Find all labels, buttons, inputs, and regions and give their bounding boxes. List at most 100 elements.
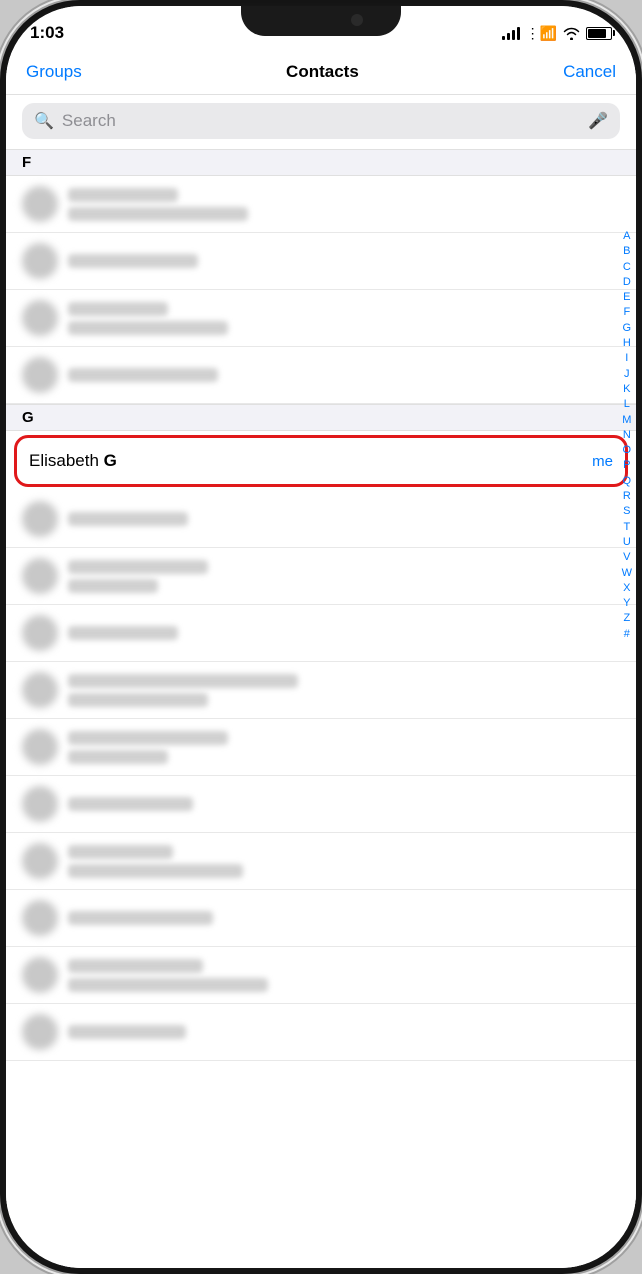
alphabet-letter-e[interactable]: E — [623, 290, 630, 304]
status-icons: ⋮📶 — [502, 25, 612, 42]
alphabet-letter-q[interactable]: Q — [623, 474, 632, 488]
nav-title: Contacts — [286, 62, 359, 82]
avatar — [22, 729, 58, 765]
alphabet-letter-m[interactable]: M — [622, 413, 631, 427]
alphabet-letter-r[interactable]: R — [623, 489, 631, 503]
list-item[interactable] — [6, 290, 636, 347]
alphabet-letter-u[interactable]: U — [623, 535, 631, 549]
avatar — [22, 672, 58, 708]
signal-icon — [502, 27, 520, 40]
groups-button[interactable]: Groups — [26, 62, 82, 82]
contact-detail-blur — [68, 207, 248, 221]
alphabet-letter-j[interactable]: J — [624, 367, 630, 381]
alphabet-letter-f[interactable]: F — [623, 305, 630, 319]
avatar — [22, 843, 58, 879]
contact-detail-blur — [68, 579, 158, 593]
contact-name-blur — [68, 188, 178, 202]
list-item[interactable] — [6, 833, 636, 890]
avatar — [22, 957, 58, 993]
search-input[interactable]: Search — [62, 111, 580, 131]
search-icon: 🔍 — [34, 111, 54, 131]
alphabet-letter-l[interactable]: L — [624, 397, 630, 411]
contact-me-tag: me — [592, 453, 613, 470]
search-bar[interactable]: 🔍 Search 🎤 — [22, 103, 620, 139]
avatar — [22, 1014, 58, 1050]
contact-name-first: Elisabeth G — [29, 451, 117, 471]
alphabet-letter-h[interactable]: H — [623, 336, 631, 350]
avatar — [22, 900, 58, 936]
notch — [241, 6, 401, 36]
alphabet-letter-d[interactable]: D — [623, 275, 631, 289]
avatar — [22, 786, 58, 822]
contact-detail-blur — [68, 864, 243, 878]
alphabet-letter-t[interactable]: T — [623, 520, 630, 534]
list-item[interactable] — [6, 176, 636, 233]
alphabet-letter-z[interactable]: Z — [623, 611, 630, 625]
battery-fill — [588, 29, 606, 38]
alphabet-letter-n[interactable]: N — [623, 428, 631, 442]
list-item[interactable] — [6, 548, 636, 605]
list-item[interactable] — [6, 662, 636, 719]
contact-detail-blur — [68, 693, 208, 707]
phone-frame: 1:03 ⋮📶 — [0, 0, 642, 1274]
alphabet-letter-w[interactable]: W — [622, 566, 632, 580]
contact-name-blur — [68, 560, 208, 574]
avatar — [22, 357, 58, 393]
battery-icon — [586, 27, 612, 40]
avatar — [22, 501, 58, 537]
list-item[interactable] — [6, 491, 636, 548]
list-item[interactable] — [6, 890, 636, 947]
status-time: 1:03 — [30, 23, 64, 43]
screen-content: Groups Contacts Cancel 🔍 Search 🎤 F — [6, 50, 636, 1268]
contact-name-blur — [68, 797, 193, 811]
list-item[interactable] — [6, 776, 636, 833]
alphabet-letter-o[interactable]: O — [623, 443, 632, 457]
contact-detail-blur — [68, 978, 268, 992]
alphabet-letter-s[interactable]: S — [623, 504, 630, 518]
contact-name-blur — [68, 674, 298, 688]
alphabet-letter-i[interactable]: I — [625, 351, 628, 365]
alphabet-sidebar[interactable]: ABCDEFGHIJKLMNOPQRSTUVWXYZ # — [622, 229, 632, 641]
wifi-icon: ⋮📶 — [526, 25, 557, 42]
alphabet-letter-c[interactable]: C — [623, 260, 631, 274]
alphabet-letter-v[interactable]: V — [623, 550, 630, 564]
contact-name-blur — [68, 626, 178, 640]
list-item[interactable] — [6, 719, 636, 776]
list-item[interactable] — [6, 233, 636, 290]
list-item[interactable] — [6, 1004, 636, 1061]
contact-name-blur — [68, 512, 188, 526]
alphabet-letter-b[interactable]: B — [623, 244, 630, 258]
contact-name-blur — [68, 302, 168, 316]
alphabet-letter-p[interactable]: P — [623, 458, 630, 472]
avatar — [22, 300, 58, 336]
status-bar: 1:03 ⋮📶 — [6, 6, 636, 50]
cancel-button[interactable]: Cancel — [563, 62, 616, 82]
list-item[interactable] — [6, 605, 636, 662]
wifi-icon — [563, 27, 580, 40]
alphabet-letter-k[interactable]: K — [623, 382, 630, 396]
contacts-page: Groups Contacts Cancel 🔍 Search 🎤 F — [6, 50, 636, 1268]
contact-name-blur — [68, 911, 213, 925]
alphabet-letter-#[interactable]: # — [624, 627, 630, 641]
alphabet-letter-x[interactable]: X — [623, 581, 630, 595]
list-item[interactable] — [6, 947, 636, 1004]
contact-name-blur — [68, 731, 228, 745]
contact-list[interactable]: F — [6, 149, 636, 1268]
nav-bar: Groups Contacts Cancel — [6, 50, 636, 95]
search-container: 🔍 Search 🎤 — [6, 95, 636, 149]
contact-name-blur — [68, 254, 198, 268]
alphabet-letter-g[interactable]: G — [623, 321, 632, 335]
alphabet-letter-y[interactable]: Y — [623, 596, 630, 610]
avatar — [22, 243, 58, 279]
contact-name-blur — [68, 845, 173, 859]
highlighted-contact-row[interactable]: Elisabeth G me — [14, 435, 628, 487]
list-item[interactable] — [6, 347, 636, 404]
contact-name-blur — [68, 368, 218, 382]
avatar — [22, 558, 58, 594]
alphabet-letter-a[interactable]: A — [623, 229, 630, 243]
mic-icon[interactable]: 🎤 — [588, 111, 608, 131]
contact-name-blur — [68, 1025, 186, 1039]
avatar — [22, 186, 58, 222]
contact-detail-blur — [68, 750, 168, 764]
avatar — [22, 615, 58, 651]
